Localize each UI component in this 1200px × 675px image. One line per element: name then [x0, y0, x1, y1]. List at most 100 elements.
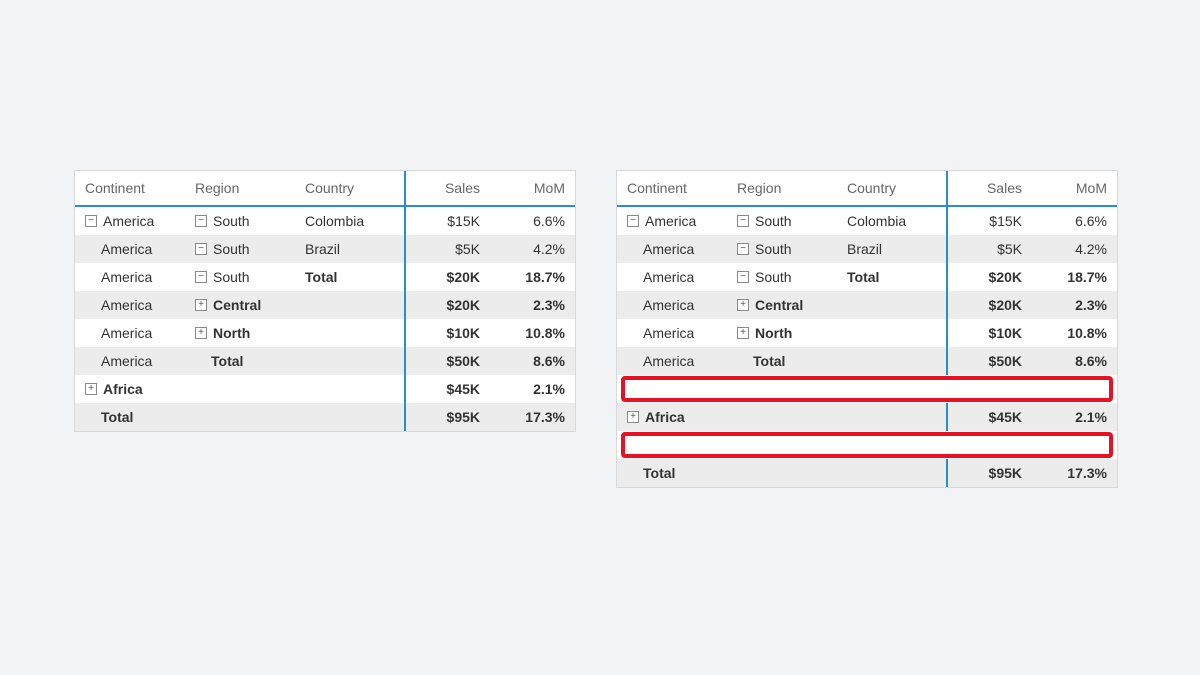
sales-value: $95K [947, 459, 1032, 487]
mom-value: 2.3% [1032, 291, 1117, 319]
country-label: Total [305, 269, 337, 285]
mom-value: 4.2% [490, 235, 575, 263]
continent-label: America [645, 213, 696, 229]
region-label: Central [213, 297, 261, 313]
col-region[interactable]: Region [727, 171, 837, 206]
col-sales[interactable]: Sales [405, 171, 490, 206]
expand-icon[interactable]: + [737, 299, 749, 311]
sales-value: $45K [947, 403, 1032, 431]
collapse-icon[interactable]: − [195, 271, 207, 283]
matrix-table: Continent Region Country Sales MoM −Amer… [617, 171, 1117, 487]
country-label: Brazil [305, 241, 340, 257]
mom-value: 18.7% [1032, 263, 1117, 291]
continent-label: America [643, 325, 694, 341]
col-sales[interactable]: Sales [947, 171, 1032, 206]
col-region[interactable]: Region [185, 171, 295, 206]
table-row: America + Central $20K2.3% [75, 291, 575, 319]
sales-value: $15K [947, 206, 1032, 235]
collapse-icon[interactable]: − [737, 243, 749, 255]
table-row: America−SouthBrazil$5K4.2% [617, 235, 1117, 263]
sales-value: $50K [947, 347, 1032, 375]
region-label: South [755, 269, 792, 285]
region-label: South [213, 241, 250, 257]
continent-label: Africa [645, 409, 685, 425]
mom-value: 2.1% [490, 375, 575, 403]
mom-value: 18.7% [490, 263, 575, 291]
sales-value: $5K [947, 235, 1032, 263]
table-row: + Africa $45K2.1% [75, 375, 575, 403]
sales-value: $10K [947, 319, 1032, 347]
expand-icon[interactable]: + [195, 299, 207, 311]
table-row: America + North $10K10.8% [617, 319, 1117, 347]
expand-icon[interactable]: + [627, 411, 639, 423]
region-label: South [213, 213, 250, 229]
expand-icon[interactable]: + [737, 327, 749, 339]
continent-label: America [101, 297, 152, 313]
continent-label: America [101, 241, 152, 257]
collapse-icon[interactable]: − [627, 215, 639, 227]
table-row: America+Central$20K2.3% [617, 291, 1117, 319]
region-label: South [213, 269, 250, 285]
mom-value: 8.6% [1032, 347, 1117, 375]
matrix-right: Continent Region Country Sales MoM −Amer… [616, 170, 1118, 488]
continent-label: America [643, 269, 694, 285]
header-row: Continent Region Country Sales MoM [75, 171, 575, 206]
table-row: + Africa $45K2.1% [617, 403, 1117, 431]
header-row: Continent Region Country Sales MoM [617, 171, 1117, 206]
col-country[interactable]: Country [837, 171, 947, 206]
sales-value: $50K [405, 347, 490, 375]
country-label: Total [847, 269, 879, 285]
table-row: America Total $50K8.6% [617, 347, 1117, 375]
col-continent[interactable]: Continent [617, 171, 727, 206]
continent-label: Total [101, 409, 133, 425]
country-label: Brazil [847, 241, 882, 257]
col-mom[interactable]: MoM [490, 171, 575, 206]
sales-value: $45K [405, 375, 490, 403]
collapse-icon[interactable]: − [737, 271, 749, 283]
table-row: America −South Brazil $5K4.2% [75, 235, 575, 263]
region-label: South [755, 241, 792, 257]
col-mom[interactable]: MoM [1032, 171, 1117, 206]
region-label: Total [753, 353, 785, 369]
continent-label: Africa [103, 381, 143, 397]
blank-highlight-row [617, 431, 1117, 459]
mom-value: 4.2% [1032, 235, 1117, 263]
mom-value: 6.6% [490, 206, 575, 235]
continent-label: America [101, 269, 152, 285]
collapse-icon[interactable]: − [195, 215, 207, 227]
mom-value: 8.6% [490, 347, 575, 375]
sales-value: $5K [405, 235, 490, 263]
region-label: North [755, 325, 792, 341]
country-label: Colombia [305, 213, 364, 229]
table-row: −America−SouthColombia$15K6.6% [75, 206, 575, 235]
table-row: America −South Total $20K18.7% [75, 263, 575, 291]
collapse-icon[interactable]: − [737, 215, 749, 227]
region-label: Total [211, 353, 243, 369]
blank-highlight-row [617, 375, 1117, 403]
continent-label: America [643, 353, 694, 369]
region-label: North [213, 325, 250, 341]
collapse-icon[interactable]: − [85, 215, 97, 227]
country-label: Colombia [847, 213, 906, 229]
collapse-icon[interactable]: − [195, 243, 207, 255]
col-country[interactable]: Country [295, 171, 405, 206]
table-row: −America−SouthColombia$15K6.6% [617, 206, 1117, 235]
table-row: Total$95K17.3% [617, 459, 1117, 487]
col-continent[interactable]: Continent [75, 171, 185, 206]
continent-label: America [101, 325, 152, 341]
mom-value: 10.8% [490, 319, 575, 347]
sales-value: $20K [405, 291, 490, 319]
continent-label: America [103, 213, 154, 229]
expand-icon[interactable]: + [85, 383, 97, 395]
mom-value: 10.8% [1032, 319, 1117, 347]
expand-icon[interactable]: + [195, 327, 207, 339]
matrix-body-left: −America−SouthColombia$15K6.6%America−So… [75, 206, 575, 431]
region-label: Central [755, 297, 803, 313]
mom-value: 2.3% [490, 291, 575, 319]
sales-value: $20K [947, 263, 1032, 291]
table-row: America −South Total $20K18.7% [617, 263, 1117, 291]
continent-label: America [643, 297, 694, 313]
mom-value: 2.1% [1032, 403, 1117, 431]
sales-value: $20K [405, 263, 490, 291]
mom-value: 6.6% [1032, 206, 1117, 235]
